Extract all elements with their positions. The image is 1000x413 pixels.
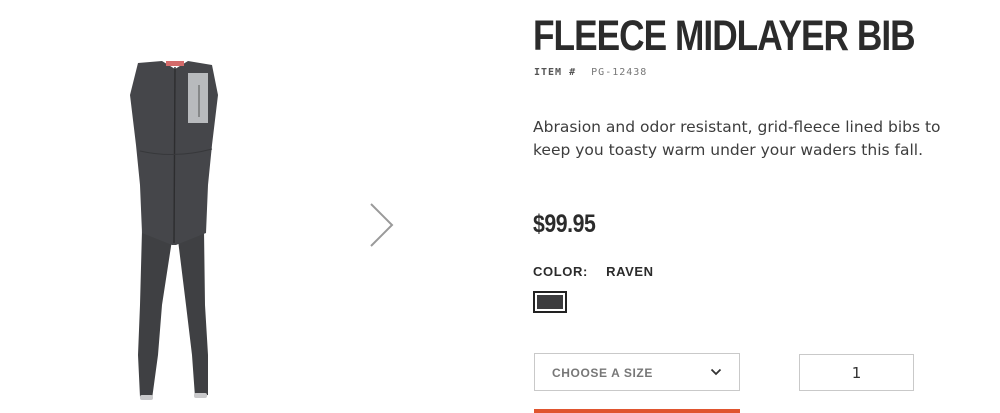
add-to-cart-button[interactable] (534, 409, 740, 413)
chevron-down-icon (710, 368, 722, 376)
product-gallery (0, 0, 520, 413)
product-description: Abrasion and odor resistant, grid-fleece… (533, 118, 941, 159)
size-select[interactable]: CHOOSE A SIZE (534, 353, 740, 391)
quantity-input[interactable] (799, 354, 914, 391)
product-title: FLEECE MIDLAYER BIB (533, 12, 916, 60)
color-swatch-raven[interactable] (533, 291, 567, 313)
product-image (130, 61, 218, 400)
item-number-label: ITEM # (534, 67, 577, 78)
color-label: COLOR: (533, 264, 588, 279)
size-select-label: CHOOSE A SIZE (552, 366, 653, 380)
swatch-fill (537, 295, 563, 309)
color-row: COLOR: RAVEN (533, 264, 654, 279)
color-value: RAVEN (606, 264, 654, 279)
product-details: FLEECE MIDLAYER BIB ITEM # PG-12438 Abra… (533, 0, 993, 413)
item-number-value: PG-12438 (591, 67, 648, 78)
item-number-line: ITEM # PG-12438 (534, 67, 647, 78)
product-price: $99.95 (533, 210, 596, 238)
chevron-right-icon[interactable] (366, 200, 396, 250)
